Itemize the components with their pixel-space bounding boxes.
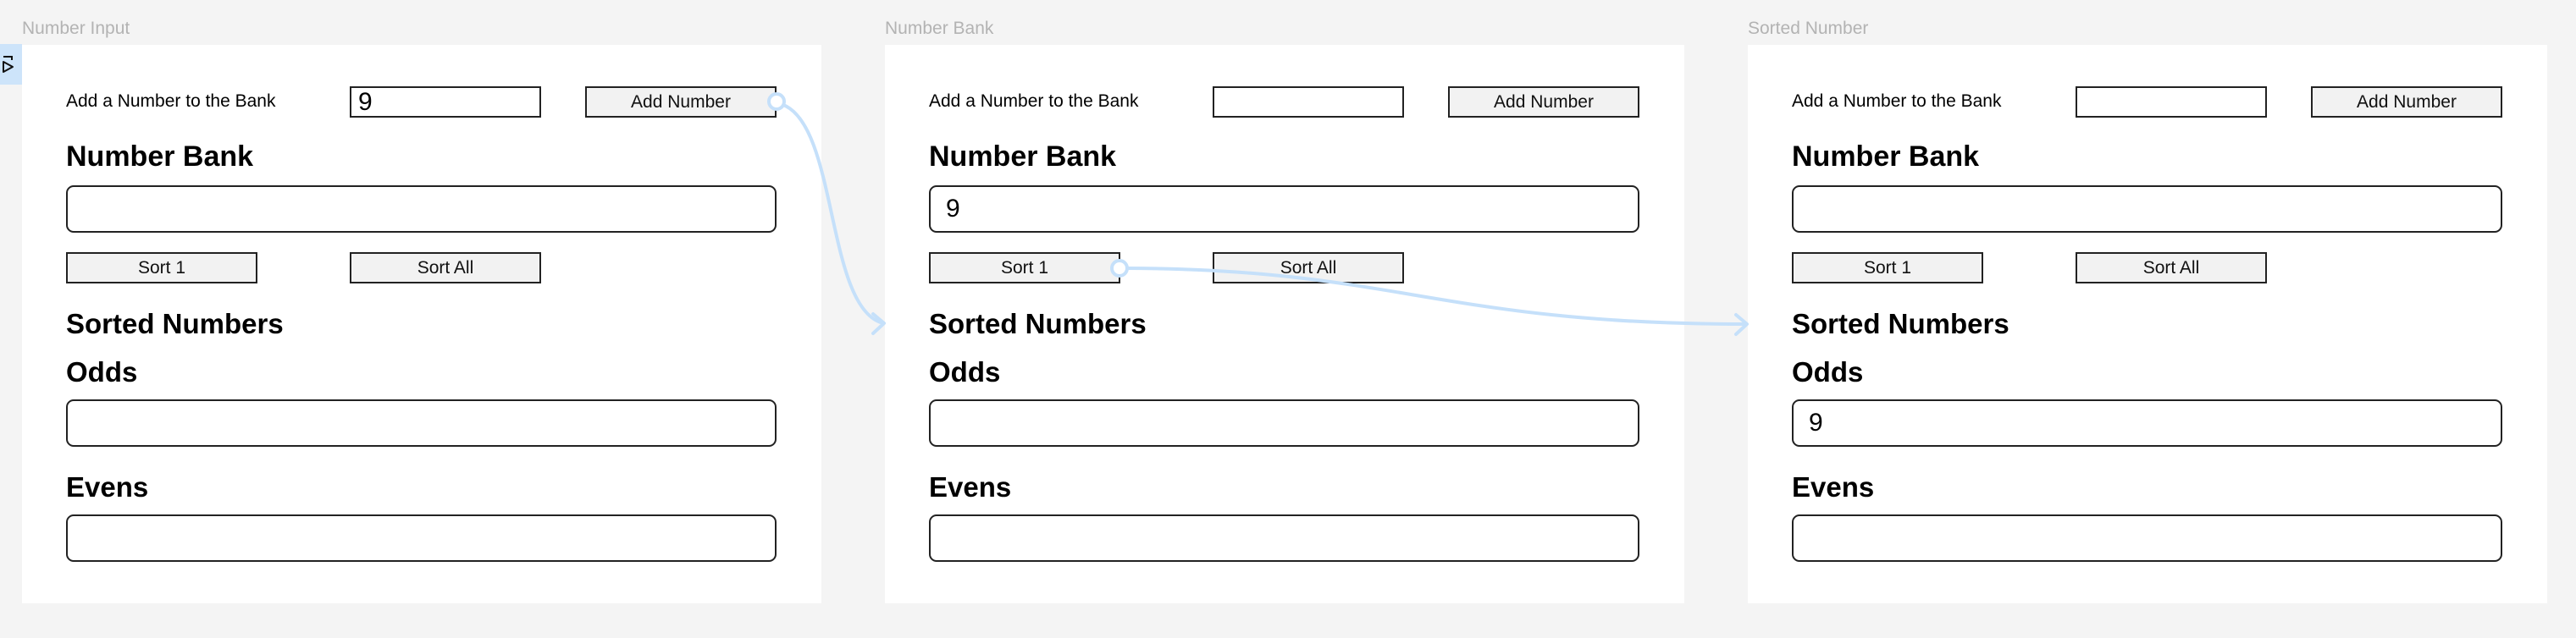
sort-1-button[interactable]: Sort 1: [1792, 252, 1983, 283]
sorted-numbers-heading: Sorted Numbers: [66, 308, 284, 339]
number-bank-heading: Number Bank: [929, 140, 1117, 173]
odds-heading: Odds: [1792, 356, 1864, 388]
number-input[interactable]: [350, 86, 541, 118]
frame-sorted-number: Add a Number to the Bank Add Number Numb…: [1748, 45, 2547, 603]
add-number-prompt: Add a Number to the Bank: [929, 91, 1139, 111]
number-bank-heading: Number Bank: [1792, 140, 1980, 173]
evens-heading: Evens: [929, 471, 1012, 503]
evens-heading: Evens: [66, 471, 149, 503]
number-bank-field: [66, 185, 777, 233]
frame-label-sorted-number[interactable]: Sorted Number: [1748, 19, 1868, 39]
add-number-button[interactable]: Add Number: [2311, 86, 2502, 118]
frame-number-bank: Add a Number to the Bank Add Number Numb…: [885, 45, 1684, 603]
prototype-flow-start-icon: [3, 56, 14, 73]
odds-heading: Odds: [66, 356, 138, 388]
evens-field: [66, 514, 777, 562]
number-bank-field: 9: [929, 185, 1639, 233]
sorted-numbers-heading: Sorted Numbers: [929, 308, 1147, 339]
frame-number-input: Add a Number to the Bank Add Number Numb…: [22, 45, 821, 603]
evens-heading: Evens: [1792, 471, 1875, 503]
connector-arrow-icon: [871, 312, 886, 335]
frame-label-number-bank[interactable]: Number Bank: [885, 19, 993, 39]
add-number-button[interactable]: Add Number: [585, 86, 777, 118]
number-bank-heading: Number Bank: [66, 140, 254, 173]
odds-field: [929, 399, 1639, 447]
flow-start-tab[interactable]: [0, 44, 22, 85]
evens-field: [1792, 514, 2502, 562]
add-number-prompt: Add a Number to the Bank: [66, 91, 276, 111]
frame-label-number-input[interactable]: Number Input: [22, 19, 130, 39]
sort-1-button[interactable]: Sort 1: [66, 252, 257, 283]
odds-field: [66, 399, 777, 447]
odds-field: 9: [1792, 399, 2502, 447]
number-input[interactable]: [2076, 86, 2267, 118]
add-number-prompt: Add a Number to the Bank: [1792, 91, 2002, 111]
connector-arrow-icon: [1734, 313, 1749, 336]
sort-1-button[interactable]: Sort 1: [929, 252, 1120, 283]
number-bank-field: [1792, 185, 2502, 233]
odds-heading: Odds: [929, 356, 1001, 388]
number-input[interactable]: [1213, 86, 1404, 118]
sorted-numbers-heading: Sorted Numbers: [1792, 308, 2009, 339]
sort-all-button[interactable]: Sort All: [2076, 252, 2267, 283]
evens-field: [929, 514, 1639, 562]
sort-all-button[interactable]: Sort All: [1213, 252, 1404, 283]
sort-all-button[interactable]: Sort All: [350, 252, 541, 283]
add-number-button[interactable]: Add Number: [1448, 86, 1639, 118]
